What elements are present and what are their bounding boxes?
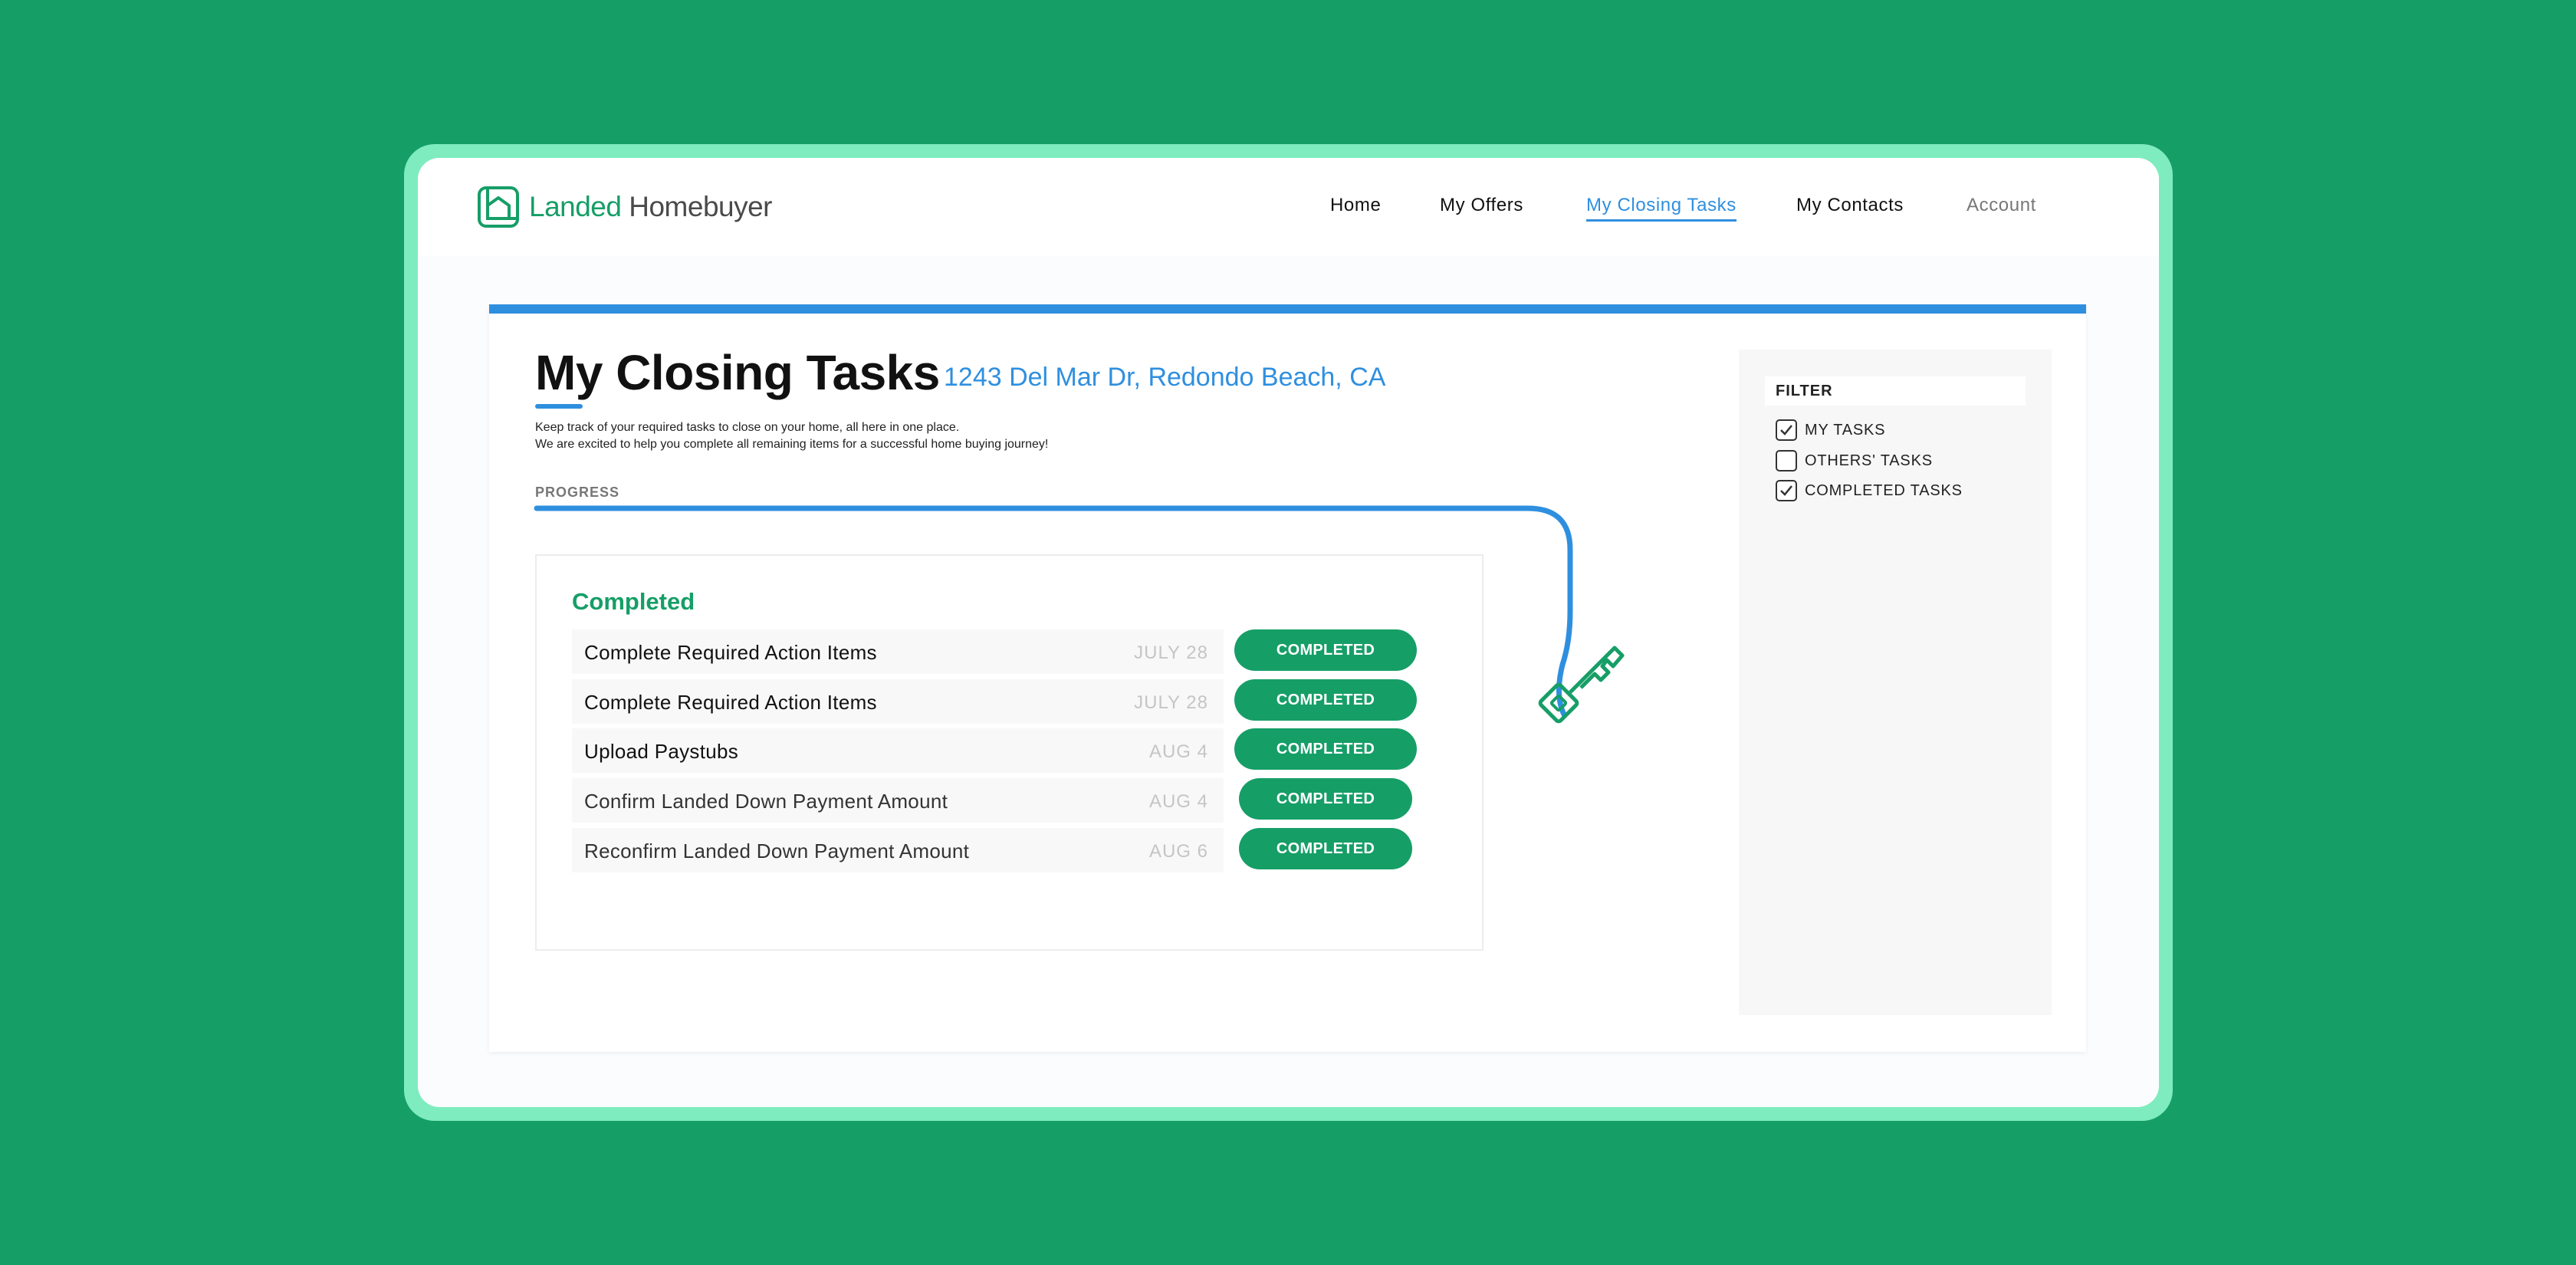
filter-label: MY TASKS [1805,421,1886,439]
completed-tasks-card: Completed Complete Required Action Items… [535,554,1484,951]
filter-completed-tasks[interactable]: COMPLETED TASKS [1776,479,1963,502]
filter-my-tasks[interactable]: MY TASKS [1776,419,1885,442]
task-name: Upload Paystubs [584,740,739,763]
filter-others-tasks[interactable]: OTHERS' TASKS [1776,449,1933,472]
task-name: Reconfirm Landed Down Payment Amount [584,840,970,863]
task-name: Complete Required Action Items [584,641,877,664]
main-nav: Home My Offers My Closing Tasks My Conta… [418,195,2159,225]
completed-status-button[interactable]: COMPLETED [1234,679,1417,721]
task-row[interactable]: Reconfirm Landed Down Payment Amount AUG… [572,828,1224,872]
app-window: Landed Homebuyer Home My Offers My Closi… [418,158,2159,1107]
key-icon [1538,646,1625,724]
task-name: Confirm Landed Down Payment Amount [584,790,948,813]
task-row[interactable]: Complete Required Action Items JULY 28 [572,679,1224,724]
task-date: AUG 4 [1148,791,1208,812]
check-icon [1780,425,1792,435]
filter-title: FILTER [1765,376,2026,406]
completed-status-button[interactable]: COMPLETED [1234,728,1417,770]
nav-my-closing-tasks[interactable]: My Closing Tasks [1586,195,1737,222]
nav-my-offers[interactable]: My Offers [1440,195,1523,216]
checkbox-unchecked[interactable] [1776,450,1797,472]
nav-my-contacts[interactable]: My Contacts [1796,195,1904,216]
completed-section-title: Completed [572,588,695,615]
completed-status-button[interactable]: COMPLETED [1239,778,1412,820]
checkbox-checked[interactable] [1776,480,1797,501]
checkbox-checked[interactable] [1776,419,1797,441]
filter-sidebar: FILTER MY TASKS OTHERS' TASKS COMPLETED … [1739,350,2052,1015]
closing-tasks-panel: My Closing Tasks 1243 Del Mar Dr, Redond… [489,304,2086,1052]
task-row[interactable]: Confirm Landed Down Payment Amount AUG 4 [572,778,1224,823]
task-name: Complete Required Action Items [584,691,877,714]
task-date: AUG 6 [1148,841,1208,862]
filter-label: OTHERS' TASKS [1805,452,1933,469]
nav-home[interactable]: Home [1330,195,1381,216]
completed-status-button[interactable]: COMPLETED [1234,629,1417,671]
task-date: JULY 28 [1134,642,1208,663]
task-date: AUG 4 [1148,741,1208,762]
task-date: JULY 28 [1134,692,1208,713]
task-row[interactable]: Upload Paystubs AUG 4 [572,728,1224,773]
check-icon [1780,485,1792,496]
task-row[interactable]: Complete Required Action Items JULY 28 [572,629,1224,674]
top-navigation-bar: Landed Homebuyer Home My Offers My Closi… [418,158,2159,256]
completed-status-button[interactable]: COMPLETED [1239,828,1412,869]
nav-account[interactable]: Account [1967,195,2036,216]
filter-label: COMPLETED TASKS [1805,481,1963,499]
